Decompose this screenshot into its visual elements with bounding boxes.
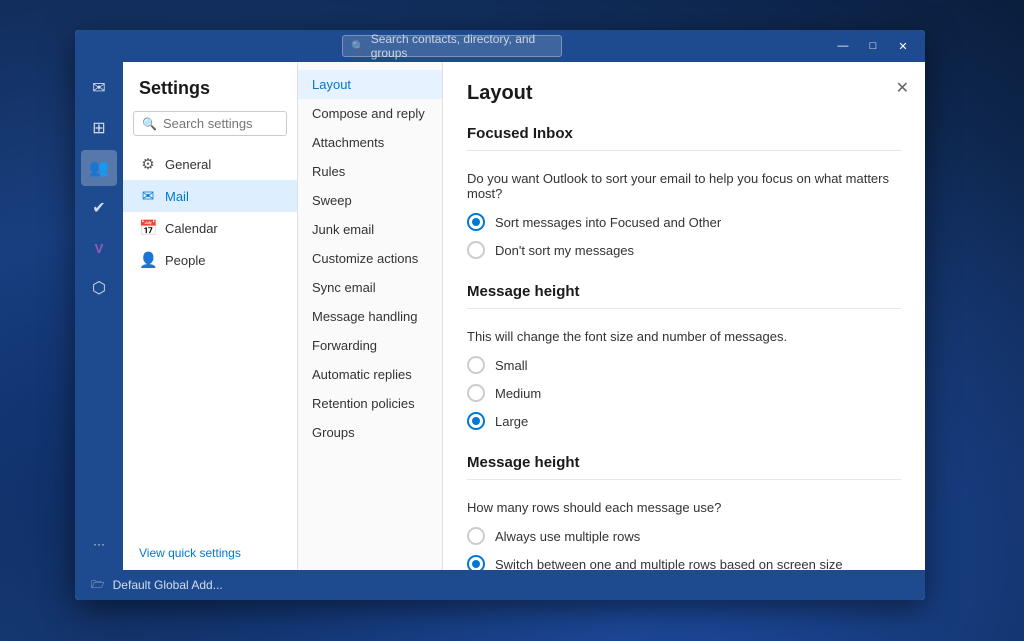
message-height-1-heading: Message height (467, 283, 901, 300)
radio-large-circle (467, 412, 485, 430)
nav-item-calendar[interactable]: 📅 Calendar (123, 212, 297, 244)
title-search-icon: 🔍 (351, 40, 365, 53)
settings-title: Settings (123, 78, 297, 111)
focused-inbox-section: Focused Inbox Do you want Outlook to sor… (467, 125, 901, 259)
radio-medium-circle (467, 384, 485, 402)
focused-inbox-heading: Focused Inbox (467, 125, 901, 142)
submenu-automatic-replies[interactable]: Automatic replies (298, 360, 442, 389)
message-height-section-1: Message height This will change the font… (467, 283, 901, 430)
sidebar-icon-viva[interactable]: V (81, 230, 117, 266)
submenu-attachments[interactable]: Attachments (298, 128, 442, 157)
sidebar-icon-calendar[interactable]: ⊞ (81, 110, 117, 146)
submenu-rules[interactable]: Rules (298, 157, 442, 186)
radio-small-label: Small (495, 358, 528, 373)
radio-switch-rows[interactable]: Switch between one and multiple rows bas… (467, 555, 901, 570)
settings-search-icon: 🔍 (142, 117, 157, 131)
submenu-layout[interactable]: Layout (298, 70, 442, 99)
divider-2 (467, 308, 901, 309)
nav-item-general[interactable]: ⚙ General (123, 148, 297, 180)
submenu-sweep[interactable]: Sweep (298, 186, 442, 215)
sidebar-icon-apps[interactable]: ⬡ (81, 270, 117, 306)
people-nav-icon: 👤 (139, 251, 157, 269)
title-search-box[interactable]: 🔍 Search contacts, directory, and groups (342, 35, 562, 57)
divider-1 (467, 150, 901, 151)
close-panel-button[interactable]: ✕ (896, 78, 909, 98)
message-height-section-2: Message height How many rows should each… (467, 454, 901, 570)
minimize-button[interactable]: — (829, 36, 857, 56)
message-height-2-options: Always use multiple rows Switch between … (467, 527, 901, 570)
mail-submenu: Layout Compose and reply Attachments Rul… (298, 62, 443, 570)
icon-sidebar: ✉ ⊞ 👥 ✔ V ⬡ ··· (75, 62, 123, 570)
window-controls: — □ ✕ (829, 36, 917, 56)
radio-small-circle (467, 356, 485, 374)
sidebar-icon-tasks[interactable]: ✔ (81, 190, 117, 226)
sidebar-icon-mail[interactable]: ✉ (81, 70, 117, 106)
radio-medium[interactable]: Medium (467, 384, 901, 402)
message-height-1-desc: This will change the font size and numbe… (467, 329, 901, 344)
radio-sort-focused-label: Sort messages into Focused and Other (495, 215, 721, 230)
mail-nav-icon: ✉ (139, 187, 157, 205)
radio-large-label: Large (495, 414, 528, 429)
radio-always-multiple[interactable]: Always use multiple rows (467, 527, 901, 545)
submenu-message-handling[interactable]: Message handling (298, 302, 442, 331)
nav-item-mail[interactable]: ✉ Mail (123, 180, 297, 212)
radio-always-multiple-label: Always use multiple rows (495, 529, 640, 544)
folder-icon: 🗁 (91, 576, 105, 595)
calendar-nav-icon: 📅 (139, 219, 157, 237)
settings-search-input[interactable] (163, 116, 278, 131)
divider-3 (467, 479, 901, 480)
submenu-junk-email[interactable]: Junk email (298, 215, 442, 244)
main-content: ✕ Layout Focused Inbox Do you want Outlo… (443, 62, 925, 570)
main-title: Layout (467, 82, 901, 105)
settings-panel: Settings 🔍 ⚙ General ✉ Mail 📅 Calendar (123, 62, 298, 570)
radio-large[interactable]: Large (467, 412, 901, 430)
footer-bar: 🗁 Default Global Add... (75, 570, 925, 600)
maximize-button[interactable]: □ (859, 36, 887, 56)
message-height-1-options: Small Medium Large (467, 356, 901, 430)
close-button[interactable]: ✕ (889, 36, 917, 56)
radio-dont-sort-label: Don't sort my messages (495, 243, 634, 258)
radio-switch-rows-label: Switch between one and multiple rows bas… (495, 557, 843, 571)
app-window: 🔍 Search contacts, directory, and groups… (75, 30, 925, 600)
submenu-retention-policies[interactable]: Retention policies (298, 389, 442, 418)
radio-dont-sort[interactable]: Don't sort my messages (467, 241, 901, 259)
general-icon: ⚙ (139, 155, 157, 173)
sidebar-icon-more[interactable]: ··· (81, 526, 117, 562)
submenu-groups[interactable]: Groups (298, 418, 442, 447)
radio-sort-focused-circle (467, 213, 485, 231)
message-height-2-heading: Message height (467, 454, 901, 471)
submenu-forwarding[interactable]: Forwarding (298, 331, 442, 360)
radio-sort-focused[interactable]: Sort messages into Focused and Other (467, 213, 901, 231)
message-height-2-desc: How many rows should each message use? (467, 500, 901, 515)
radio-small[interactable]: Small (467, 356, 901, 374)
radio-dont-sort-circle (467, 241, 485, 259)
submenu-sync-email[interactable]: Sync email (298, 273, 442, 302)
nav-item-people[interactable]: 👤 People (123, 244, 297, 276)
app-body: ✉ ⊞ 👥 ✔ V ⬡ ··· Settings 🔍 ⚙ General (75, 62, 925, 570)
radio-switch-rows-circle (467, 555, 485, 570)
view-quick-settings-link[interactable]: View quick settings (123, 540, 297, 570)
submenu-compose-reply[interactable]: Compose and reply (298, 99, 442, 128)
title-bar-search-area: 🔍 Search contacts, directory, and groups (75, 35, 829, 57)
settings-nav: ⚙ General ✉ Mail 📅 Calendar 👤 People (123, 148, 297, 540)
focused-inbox-options: Sort messages into Focused and Other Don… (467, 213, 901, 259)
settings-search-box[interactable]: 🔍 (133, 111, 287, 136)
radio-always-multiple-circle (467, 527, 485, 545)
footer-text: Default Global Add... (113, 578, 223, 592)
title-search-placeholder: Search contacts, directory, and groups (371, 32, 553, 60)
focused-inbox-desc: Do you want Outlook to sort your email t… (467, 171, 901, 201)
submenu-customize-actions[interactable]: Customize actions (298, 244, 442, 273)
sidebar-icon-people[interactable]: 👥 (81, 150, 117, 186)
radio-medium-label: Medium (495, 386, 541, 401)
title-bar: 🔍 Search contacts, directory, and groups… (75, 30, 925, 62)
